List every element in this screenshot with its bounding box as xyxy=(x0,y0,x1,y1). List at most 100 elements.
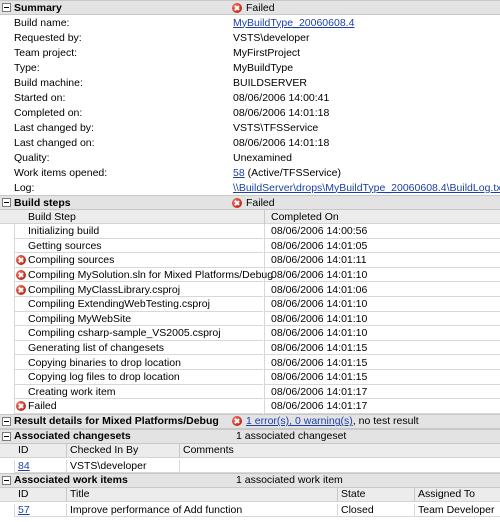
summary-link[interactable]: MyBuildType_20060608.4 xyxy=(233,17,354,29)
column-completed-on[interactable]: Completed On xyxy=(271,211,339,223)
column-state[interactable]: State xyxy=(341,488,366,500)
summary-title: Summary xyxy=(14,1,62,14)
build-steps-header[interactable]: Build steps Failed xyxy=(0,195,500,210)
build-step-name: Copying log files to drop location xyxy=(28,371,180,384)
summary-label: Build name: xyxy=(14,16,70,29)
summary-row: Quality: Unexamined xyxy=(0,150,500,165)
summary-value: MyBuildType xyxy=(233,61,294,74)
column-build-step[interactable]: Build Step xyxy=(28,211,76,223)
summary-header[interactable]: Summary Failed xyxy=(0,0,500,15)
column-comments[interactable]: Comments xyxy=(183,444,234,456)
build-step-name: Compiling MyWebSite xyxy=(28,312,132,325)
collapse-toggle-icon[interactable] xyxy=(2,3,11,12)
build-step-row[interactable]: Copying binaries to drop location 08/06/2… xyxy=(0,355,500,370)
build-step-time: 08/06/2006 14:01:10 xyxy=(271,327,368,340)
work-items-summary: 1 associated work item xyxy=(236,474,343,487)
build-step-name: Compiling sources xyxy=(28,254,115,267)
summary-row: Requested by: VSTS\developer xyxy=(0,30,500,45)
build-step-name: Compiling ExtendingWebTesting.csproj xyxy=(28,298,210,311)
work-item-id-link[interactable]: 57 xyxy=(18,504,30,516)
changeset-id-link[interactable]: 84 xyxy=(18,460,30,472)
changesets-summary: 1 associated changeset xyxy=(236,430,347,443)
build-step-name: Creating work item xyxy=(28,385,116,398)
build-steps-status: Failed xyxy=(232,197,275,209)
work-item-title: Improve performance of Add function xyxy=(70,503,243,516)
build-step-time: 08/06/2006 14:00:56 xyxy=(271,225,368,238)
work-item-link[interactable]: 58 xyxy=(233,167,245,179)
result-details-status: 1 error(s), 0 warning(s) , no test resul… xyxy=(232,415,419,427)
summary-link[interactable]: \\BuildServer\drops\MyBuildType_20060608… xyxy=(233,182,500,194)
summary-row: Team project: MyFirstProject xyxy=(0,45,500,60)
build-step-name: Copying binaries to drop location xyxy=(28,356,181,369)
build-steps-status-text: Failed xyxy=(246,196,275,209)
column-id[interactable]: ID xyxy=(18,444,29,456)
collapse-toggle-icon[interactable] xyxy=(2,475,11,485)
column-checked-in-by[interactable]: Checked In By xyxy=(70,444,138,456)
changeset-row[interactable]: 84 VSTS\developer xyxy=(0,458,500,473)
summary-label: Build machine: xyxy=(14,76,83,89)
result-details-header[interactable]: Result details for Mixed Platforms/Debug… xyxy=(0,413,500,429)
summary-value: VSTS\TFSService xyxy=(233,121,319,134)
column-assigned-to[interactable]: Assigned To xyxy=(418,488,475,500)
build-steps-title: Build steps xyxy=(14,196,71,209)
build-step-time: 08/06/2006 14:01:10 xyxy=(271,312,368,325)
build-step-row[interactable]: Compiling MyClassLibrary.csproj 08/06/200… xyxy=(0,282,500,297)
collapse-toggle-icon[interactable] xyxy=(2,431,11,441)
build-step-time: 08/06/2006 14:01:17 xyxy=(271,385,368,398)
build-step-time: 08/06/2006 14:01:11 xyxy=(271,254,367,267)
build-step-row[interactable]: Compiling ExtendingWebTesting.csproj 08/0… xyxy=(0,296,500,312)
build-step-row[interactable]: Initializing build 08/06/2006 14:00:56 xyxy=(0,224,500,239)
summary-row: Work items opened: 58 (Active/TFSService) xyxy=(0,165,500,180)
work-items-list: 57 Improve performance of Add function Clo… xyxy=(0,502,500,517)
summary-row: Completed on: 08/06/2006 14:01:18 xyxy=(0,105,500,120)
build-step-time: 08/06/2006 14:01:10 xyxy=(271,269,368,282)
changesets-title: Associated changesets xyxy=(14,430,131,443)
column-id[interactable]: ID xyxy=(18,488,29,500)
column-title[interactable]: Title xyxy=(70,488,89,500)
summary-value: 08/06/2006 14:00:41 xyxy=(233,91,330,104)
build-step-row[interactable]: Compiling MyWebSite 08/06/2006 14:01:10 xyxy=(0,311,500,327)
build-step-row[interactable]: Getting sources 08/06/2006 14:01:05 xyxy=(0,238,500,254)
summary-status-text: Failed xyxy=(246,1,275,14)
summary-value: 08/06/2006 14:01:18 xyxy=(233,106,330,119)
summary-label: Log: xyxy=(14,181,35,194)
build-step-row[interactable]: Compiling MySolution.sln for Mixed Platf… xyxy=(0,267,500,283)
build-step-row[interactable]: Failed 08/06/2006 14:01:17 xyxy=(0,399,500,414)
build-step-time: 08/06/2006 14:01:15 xyxy=(271,371,368,384)
work-items-column-header: ID Title State Assigned To xyxy=(0,487,500,502)
error-icon xyxy=(232,416,242,427)
summary-label: Quality: xyxy=(14,151,50,164)
build-step-row[interactable]: Compiling csharp-sample_VS2005.csproj 08/… xyxy=(0,326,500,341)
work-items-title: Associated work items xyxy=(14,474,128,487)
result-details-title: Result details for Mixed Platforms/Debug xyxy=(14,415,219,428)
build-step-row[interactable]: Compiling sources 08/06/2006 14:01:11 xyxy=(0,253,500,268)
work-item-row[interactable]: 57 Improve performance of Add function Clo… xyxy=(0,502,500,517)
summary-value: VSTS\developer xyxy=(233,31,310,44)
changesets-column-header: ID Checked In By Comments xyxy=(0,443,500,458)
work-item-assigned-to: Team Developer xyxy=(418,503,495,516)
summary-row: Last changed by: VSTS\TFSService xyxy=(0,120,500,135)
errors-warnings-link[interactable]: 1 error(s), 0 warning(s) xyxy=(246,415,353,427)
build-step-time: 08/06/2006 14:01:10 xyxy=(271,298,368,311)
build-step-row[interactable]: Copying log files to drop location 08/06/… xyxy=(0,369,500,385)
summary-value: MyFirstProject xyxy=(233,46,301,59)
build-step-time: 08/06/2006 14:01:17 xyxy=(271,400,368,413)
collapse-toggle-icon[interactable] xyxy=(2,198,11,207)
summary-value: \\BuildServer\drops\MyBuildType_20060608… xyxy=(233,182,500,194)
summary-value: Unexamined xyxy=(233,151,292,164)
build-step-name: Getting sources xyxy=(28,239,102,252)
result-details-suffix: , no test result xyxy=(352,415,419,428)
build-step-row[interactable]: Generating list of changesets 08/06/2006 … xyxy=(0,340,500,356)
summary-row: Log: \\BuildServer\drops\MyBuildType_2006… xyxy=(0,180,500,195)
build-step-name: Failed xyxy=(28,400,57,413)
expand-toggle-icon[interactable] xyxy=(2,416,11,426)
build-step-time: 08/06/2006 14:01:15 xyxy=(271,342,368,355)
error-icon xyxy=(232,197,242,208)
build-step-row[interactable]: Creating work item 08/06/2006 14:01:17 xyxy=(0,384,500,400)
work-item-suffix: (Active/TFSService) xyxy=(244,166,341,179)
work-items-header[interactable]: Associated work items 1 associated work … xyxy=(0,472,500,488)
error-icon xyxy=(16,284,26,295)
changesets-header[interactable]: Associated changesets 1 associated chang… xyxy=(0,428,500,444)
changeset-checked-in-by: VSTS\developer xyxy=(70,459,147,472)
summary-label: Started on: xyxy=(14,91,66,104)
